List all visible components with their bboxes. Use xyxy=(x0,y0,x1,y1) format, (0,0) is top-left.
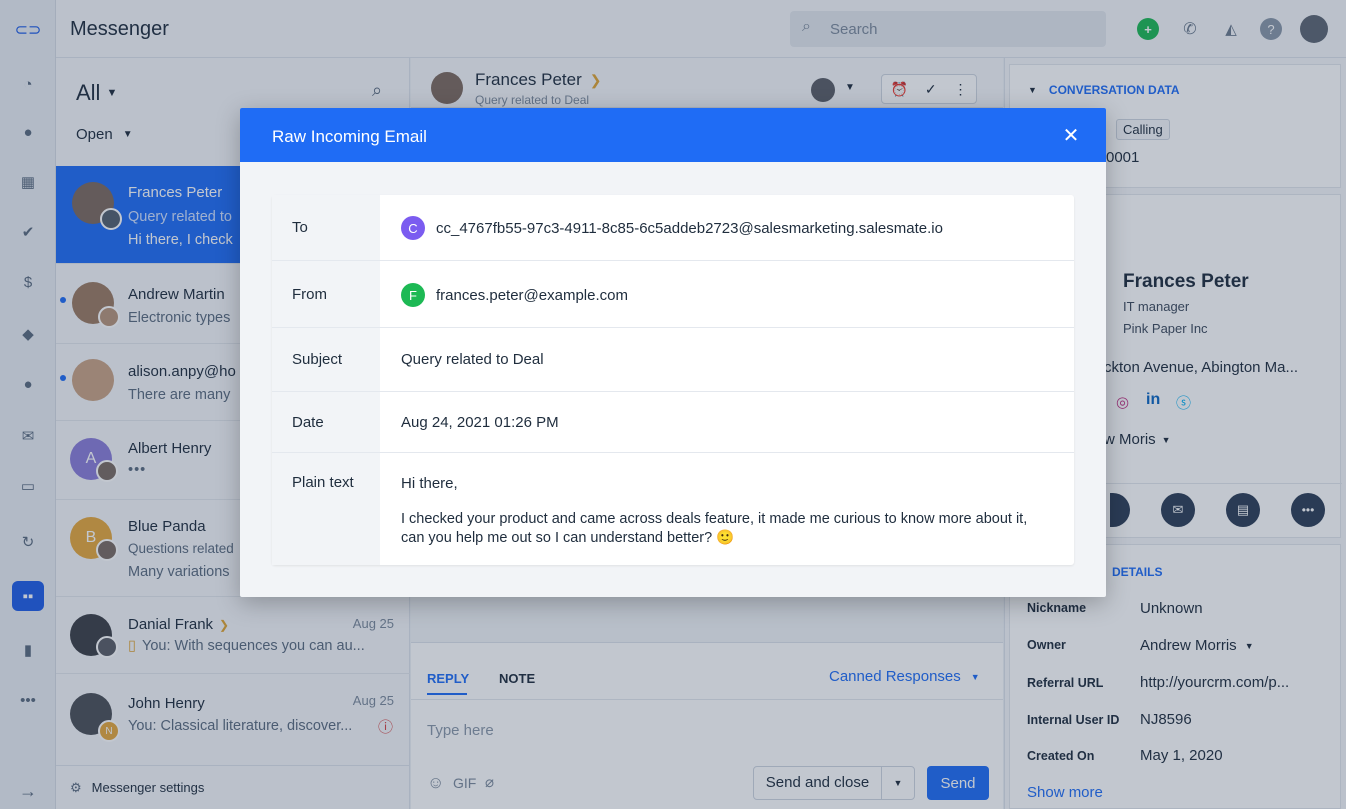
subject-label: Subject xyxy=(272,328,380,391)
label-text: Plain text xyxy=(292,474,354,491)
label-text: Date xyxy=(292,413,324,431)
from-address: frances.peter@example.com xyxy=(436,286,628,304)
recipient-badge: C xyxy=(401,216,425,240)
to-row: To C cc_4767fb55-97c3-4911-8c85-6c5addeb… xyxy=(272,195,1074,261)
date-row: Date Aug 24, 2021 01:26 PM xyxy=(272,392,1074,453)
plain-text-label: Plain text xyxy=(272,453,380,565)
from-value: F frances.peter@example.com xyxy=(401,283,628,307)
label-text: From xyxy=(292,285,327,303)
to-value: C cc_4767fb55-97c3-4911-8c85-6c5addeb272… xyxy=(401,216,943,240)
subject-row: Subject Query related to Deal xyxy=(272,328,1074,392)
plain-text-body: I checked your product and came across d… xyxy=(401,511,1028,546)
plain-text-greeting: Hi there, xyxy=(401,475,458,492)
subject-value: Query related to Deal xyxy=(401,351,544,368)
modal-title: Raw Incoming Email xyxy=(272,127,427,146)
modal-header: Raw Incoming Email ✕ xyxy=(240,108,1106,162)
date-label: Date xyxy=(272,392,380,452)
date-value: Aug 24, 2021 01:26 PM xyxy=(401,414,559,431)
raw-email-modal: Raw Incoming Email ✕ To C cc_4767fb55-97… xyxy=(240,108,1106,597)
to-label: To xyxy=(272,195,380,260)
sender-badge: F xyxy=(401,283,425,307)
email-details-table: To C cc_4767fb55-97c3-4911-8c85-6c5addeb… xyxy=(272,195,1074,565)
from-label: From xyxy=(272,261,380,327)
from-row: From F frances.peter@example.com xyxy=(272,261,1074,328)
label-text: Subject xyxy=(292,351,343,368)
label-text: To xyxy=(292,219,308,236)
close-icon[interactable]: ✕ xyxy=(1060,124,1082,147)
plain-text-row: Plain text Hi there, I checked your prod… xyxy=(272,453,1074,565)
to-address: cc_4767fb55-97c3-4911-8c85-6c5addeb2723@… xyxy=(436,219,943,237)
